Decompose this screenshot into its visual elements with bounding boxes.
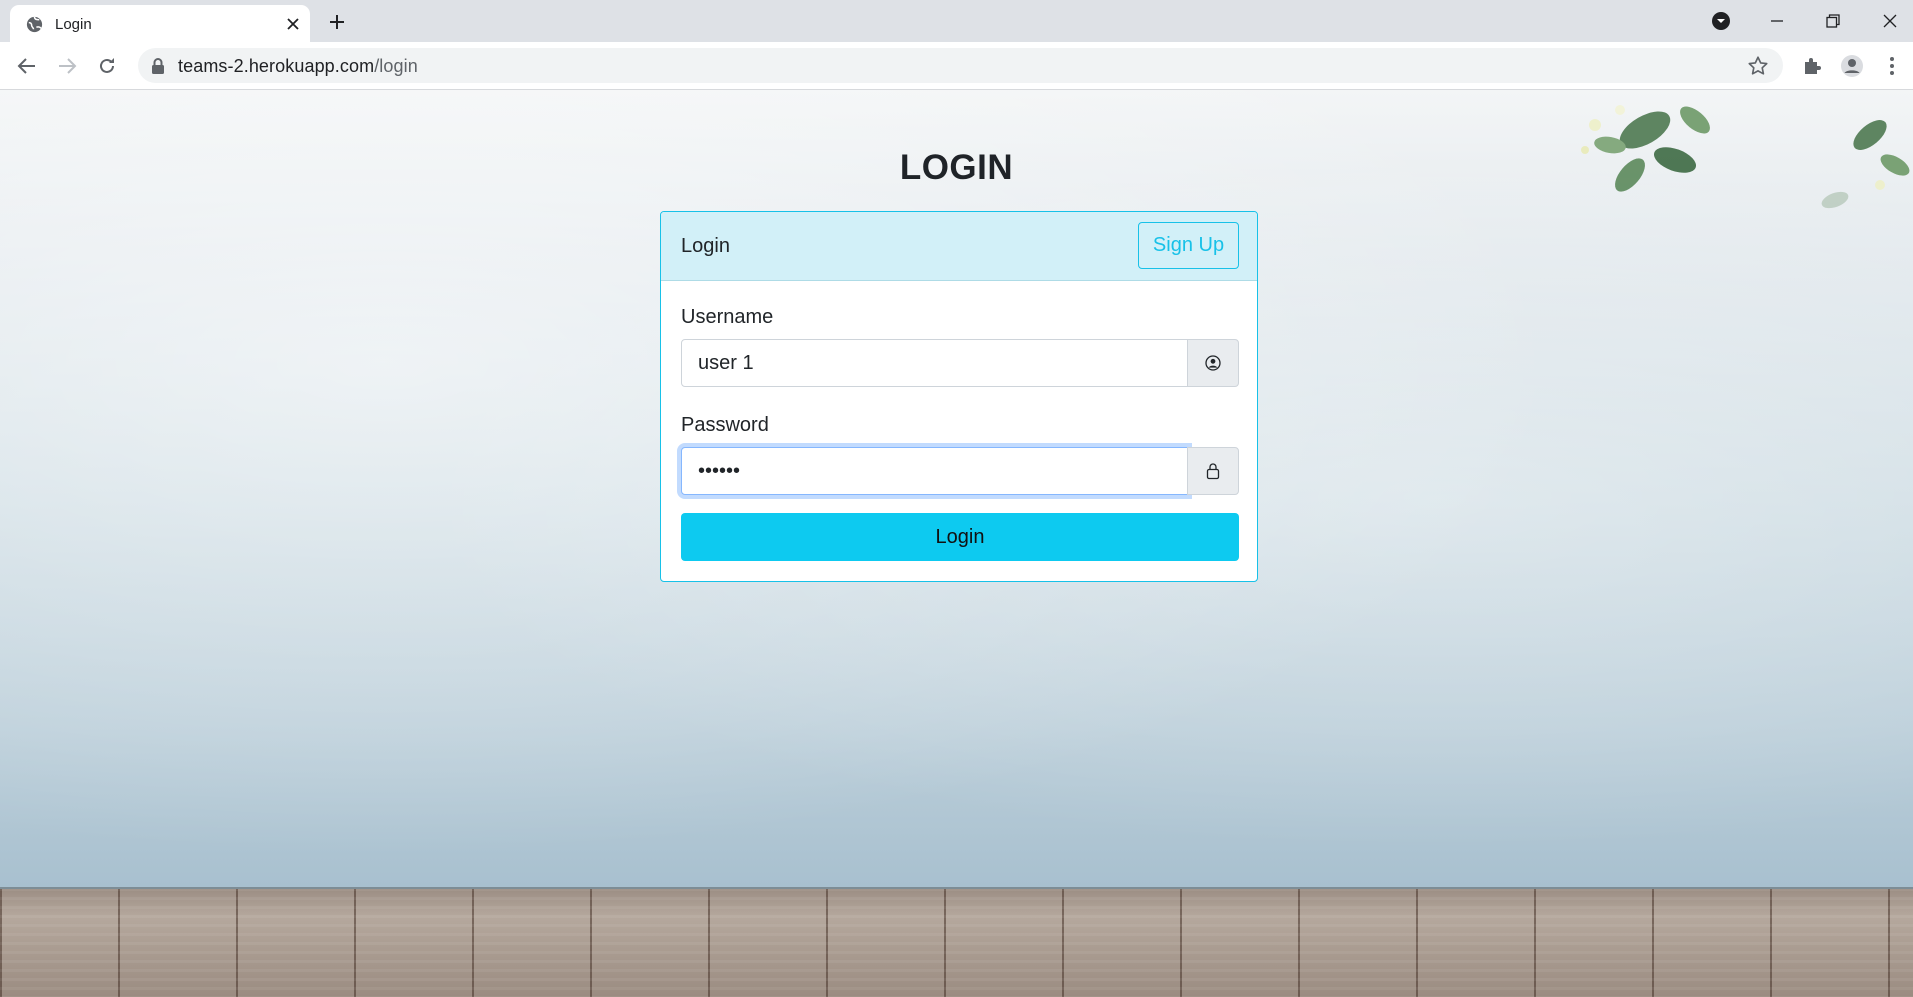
profile-avatar-icon[interactable] [1838, 52, 1866, 80]
url-path: /login [374, 56, 418, 76]
tab-title: Login [55, 16, 92, 33]
restore-icon[interactable] [1820, 8, 1846, 34]
url-host: teams-2.herokuapp.com [178, 56, 375, 76]
extensions-puzzle-icon[interactable] [1798, 52, 1826, 80]
menu-kebab-icon[interactable] [1878, 52, 1906, 80]
back-arrow-icon[interactable] [13, 52, 41, 80]
page-background: LOGIN Login Sign Up Username Password [0, 90, 1913, 997]
address-bar[interactable]: teams-2.herokuapp.com/login [138, 48, 1783, 83]
minimize-icon[interactable] [1764, 8, 1790, 34]
login-card: Login Sign Up Username Password [660, 211, 1258, 582]
password-label: Password [681, 414, 769, 436]
tab-search-icon[interactable] [1708, 8, 1734, 34]
card-header: Login Sign Up [661, 212, 1257, 281]
bookmark-star-icon[interactable] [1747, 55, 1769, 77]
tab-close-icon[interactable] [283, 14, 303, 34]
browser-tab-login[interactable]: Login [10, 5, 310, 42]
username-input[interactable] [681, 339, 1188, 387]
sign-up-button[interactable]: Sign Up [1138, 222, 1239, 269]
url-text[interactable]: teams-2.herokuapp.com/login [178, 56, 418, 77]
lock-icon[interactable] [150, 57, 166, 75]
user-circle-icon [1187, 339, 1239, 387]
window-close-icon[interactable] [1877, 8, 1903, 34]
username-input-group [681, 339, 1239, 387]
lock-icon [1187, 447, 1239, 495]
login-submit-button[interactable]: Login [681, 513, 1239, 561]
browser-tabstrip: Login [0, 0, 1913, 42]
wooden-floor-image [0, 887, 1913, 997]
browser-toolbar: teams-2.herokuapp.com/login [0, 42, 1913, 90]
password-input[interactable] [681, 447, 1188, 495]
card-header-title: Login [681, 235, 730, 257]
page-title: LOGIN [899, 148, 1014, 187]
password-input-group [681, 447, 1239, 495]
reload-icon[interactable] [93, 52, 121, 80]
new-tab-plus-icon[interactable] [324, 9, 350, 35]
forward-arrow-icon[interactable] [53, 52, 81, 80]
globe-icon [26, 16, 43, 33]
username-label: Username [681, 306, 774, 328]
